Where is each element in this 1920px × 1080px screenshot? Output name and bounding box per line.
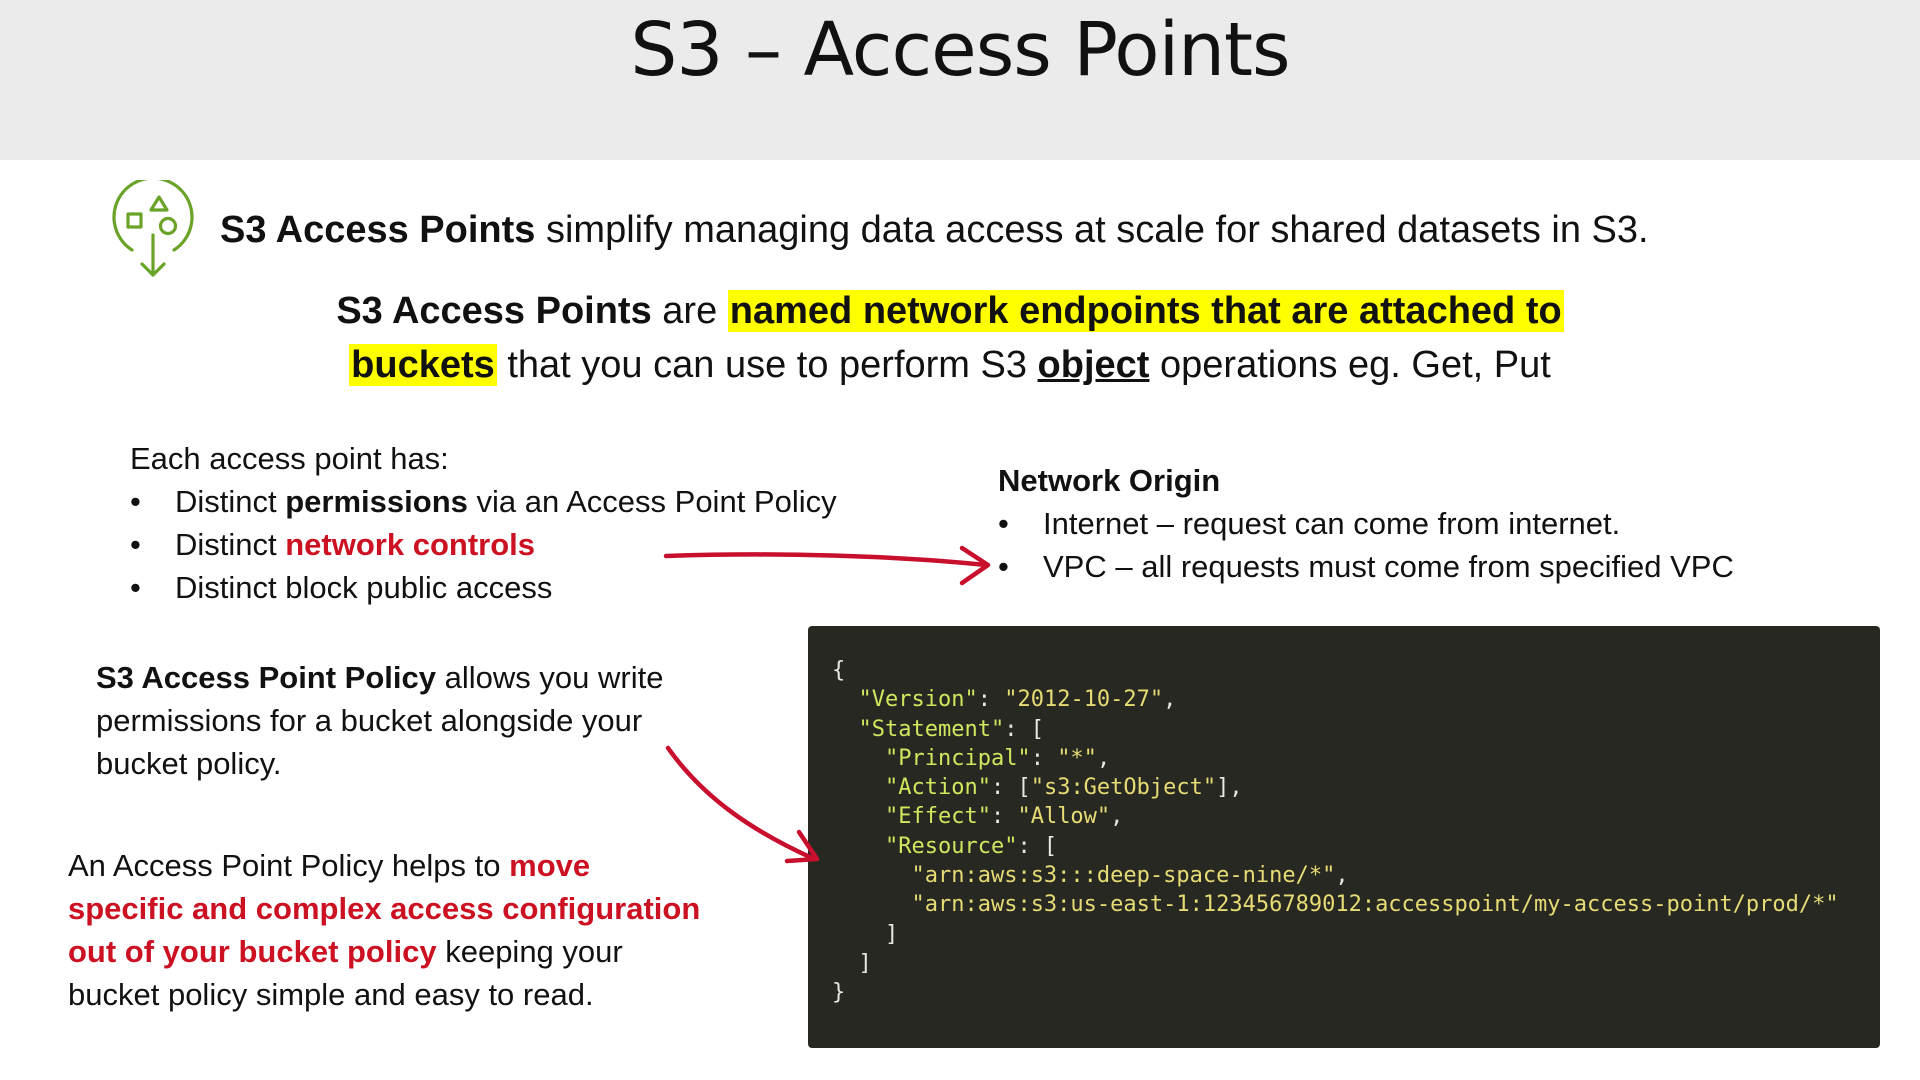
bullet-block-public-access: Distinct block public access	[130, 566, 870, 609]
network-origin-internet: Internet – request can come from interne…	[998, 502, 1898, 545]
slide-title: S3 – Access Points	[630, 7, 1290, 93]
arrow-head-network-origin	[959, 545, 991, 586]
policy-code-block: { "Version": "2012-10-27", "Statement": …	[808, 626, 1880, 1048]
policy-text: S3 Access Point Policy allows you write …	[96, 660, 664, 781]
access-points-icon	[112, 180, 194, 277]
each-access-point-heading: Each access point has:	[130, 441, 449, 476]
network-origin-vpc: VPC – all requests must come from specif…	[998, 545, 1898, 588]
definition-text: S3 Access Points are named network endpo…	[336, 290, 1564, 386]
definition-highlight-buckets: buckets	[349, 344, 497, 386]
helper-text: An Access Point Policy helps to move spe…	[68, 848, 701, 1012]
network-origin-section: Network Origin Internet – request can co…	[998, 459, 1898, 588]
bullet-network-controls: Distinct network controls	[130, 523, 870, 566]
intro-text: S3 Access Points simplify managing data …	[220, 209, 1649, 251]
bullet-permissions: Distinct permissions via an Access Point…	[130, 480, 870, 523]
definition-highlight: named network endpoints that are attache…	[727, 290, 1564, 332]
policy-json: { "Version": "2012-10-27", "Statement": …	[832, 658, 1839, 1006]
network-origin-heading: Network Origin	[998, 463, 1221, 498]
each-access-point-section: Each access point has: Distinct permissi…	[130, 437, 870, 609]
